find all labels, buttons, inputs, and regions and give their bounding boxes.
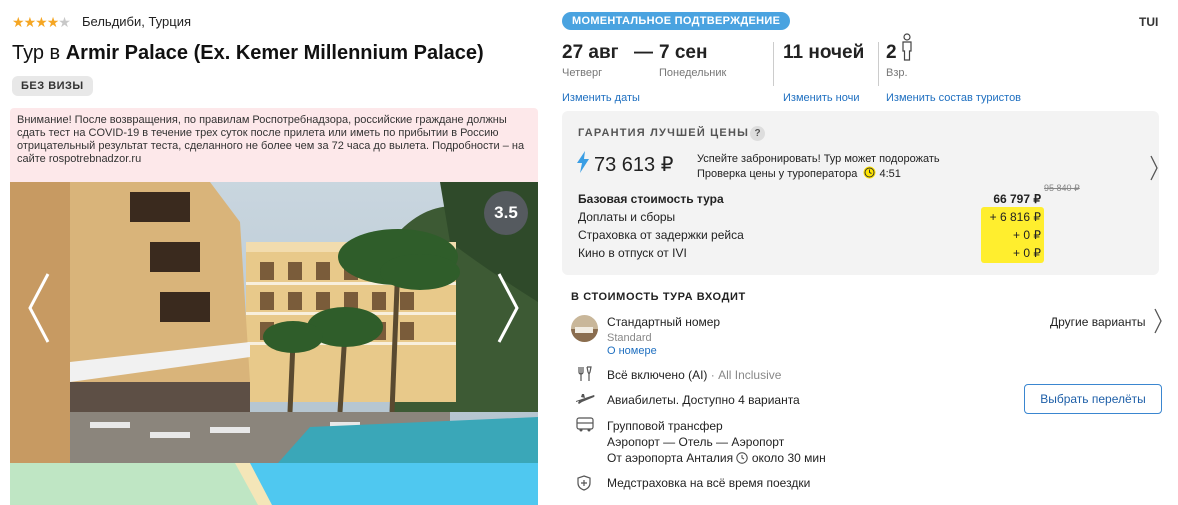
meal-plan: Всё включено (AI) · All Inclusive bbox=[607, 368, 781, 382]
ivi-cinema-label: Кино в отпуск от IVI bbox=[578, 246, 687, 260]
notice-line-2: Проверка цены у туроператора 4:51 bbox=[697, 166, 940, 183]
change-dates-link[interactable]: Изменить даты bbox=[562, 92, 640, 104]
airplane-icon bbox=[575, 391, 595, 410]
chevron-right-icon bbox=[1154, 308, 1162, 339]
base-price-old: 95 840 ₽ bbox=[1044, 183, 1080, 193]
hotel-name: Armir Palace (Ex. Kemer Millennium Palac… bbox=[65, 42, 484, 64]
notice-line-1: Успейте забронировать! Тур может подорож… bbox=[697, 153, 940, 165]
room-sub: Standard bbox=[607, 332, 652, 344]
tourists-count: 2 bbox=[886, 42, 897, 63]
transfer-type: Групповой трансфер bbox=[607, 419, 723, 433]
room-thumbnail[interactable] bbox=[571, 315, 598, 342]
star-icon: ★ bbox=[35, 14, 48, 30]
nights-count: 11 ночей bbox=[783, 42, 865, 63]
adult-icon bbox=[900, 33, 914, 66]
transfer-route: Аэропорт — Отель — Аэропорт bbox=[607, 435, 785, 449]
covid-warning: Внимание! После возвращения, по правилам… bbox=[10, 108, 538, 188]
photo-prev-button[interactable] bbox=[26, 270, 52, 351]
date-dash: — bbox=[634, 42, 653, 63]
best-price-guarantee: ГАРАНТИЯ ЛУЧШЕЙ ЦЕНЫ bbox=[578, 127, 750, 139]
total-price: 73 613 ₽ bbox=[594, 154, 674, 176]
about-room-link[interactable]: О номере bbox=[607, 345, 657, 357]
notice-check-text: Проверка цены у туроператора bbox=[697, 168, 858, 180]
rating-badge: 3.5 bbox=[484, 191, 528, 235]
chevron-left-icon bbox=[28, 273, 50, 343]
other-variants-link[interactable]: Другие варианты bbox=[1050, 315, 1145, 329]
divider bbox=[878, 42, 879, 86]
day-to: Понедельник bbox=[659, 67, 727, 79]
date-from: 27 авг bbox=[562, 42, 619, 63]
clock-icon bbox=[736, 452, 749, 467]
transfer-time: около 30 мин bbox=[751, 451, 826, 465]
includes-title: В СТОИМОСТЬ ТУРА ВХОДИТ bbox=[571, 291, 746, 303]
fees-value: + 6 816 ₽ bbox=[989, 210, 1041, 224]
room-name: Стандартный номер bbox=[607, 315, 721, 329]
change-nights-link[interactable]: Изменить ночи bbox=[783, 92, 860, 104]
visa-badge: БЕЗ ВИЗЫ bbox=[12, 76, 93, 96]
star-icon: ★ bbox=[12, 14, 25, 30]
hotel-location: Бельдиби, Турция bbox=[82, 14, 192, 29]
hotel-photo-image bbox=[10, 182, 538, 505]
timer-value: 4:51 bbox=[879, 168, 901, 180]
star-icon: ★ bbox=[46, 14, 60, 30]
tour-operator: TUI bbox=[1139, 15, 1159, 29]
change-tourists-link[interactable]: Изменить состав туристов bbox=[886, 92, 1021, 104]
divider bbox=[773, 42, 774, 86]
meal-sep: · bbox=[707, 368, 719, 382]
transfer-from: От аэропорта Анталия bbox=[607, 451, 734, 465]
bus-icon bbox=[576, 417, 594, 438]
base-price-label: Базовая стоимость тура bbox=[578, 192, 724, 206]
page-title: Тур в Armir Palace (Ex. Kemer Millennium… bbox=[12, 42, 484, 65]
shield-icon bbox=[577, 475, 591, 496]
medical-insurance: Медстраховка на всё время поездки bbox=[607, 476, 811, 490]
date-to: 7 сен bbox=[659, 42, 708, 63]
chevron-right-icon bbox=[1150, 155, 1158, 186]
price-notice: Успейте забронировать! Тур может подорож… bbox=[697, 152, 940, 183]
meal-icon bbox=[577, 366, 593, 387]
instant-confirmation-badge: МОМЕНТАЛЬНОЕ ПОДТВЕРЖДЕНИЕ bbox=[562, 12, 791, 30]
select-flights-button[interactable]: Выбрать перелёты bbox=[1024, 384, 1162, 414]
lightning-icon bbox=[576, 151, 590, 178]
delay-insurance-label: Страховка от задержки рейса bbox=[578, 228, 744, 242]
meal-main: Всё включено (AI) bbox=[607, 368, 708, 382]
fees-label: Доплаты и сборы bbox=[578, 210, 676, 224]
base-price-value: 66 797 ₽ bbox=[993, 192, 1041, 206]
day-from: Четверг bbox=[562, 67, 603, 79]
title-prefix: Тур в bbox=[12, 42, 66, 64]
star-empty-icon: ★ bbox=[58, 14, 71, 30]
delay-insurance-value: + 0 ₽ bbox=[1013, 228, 1041, 242]
chevron-right-icon bbox=[497, 273, 519, 343]
meal-sub: All Inclusive bbox=[718, 368, 782, 382]
timer-icon bbox=[863, 166, 876, 183]
transfer-duration: От аэропорта Анталия около 30 мин bbox=[607, 451, 826, 467]
star-icon: ★ bbox=[23, 14, 37, 30]
tourists-type: Взр. bbox=[886, 67, 908, 79]
hotel-stars: ★★★★★ bbox=[12, 14, 71, 31]
help-icon[interactable]: ? bbox=[750, 126, 765, 141]
flights-info: Авиабилеты. Доступно 4 варианта bbox=[607, 393, 800, 407]
ivi-cinema-value: + 0 ₽ bbox=[1013, 246, 1041, 260]
photo-next-button[interactable] bbox=[495, 270, 521, 351]
hotel-photo[interactable] bbox=[10, 182, 538, 505]
